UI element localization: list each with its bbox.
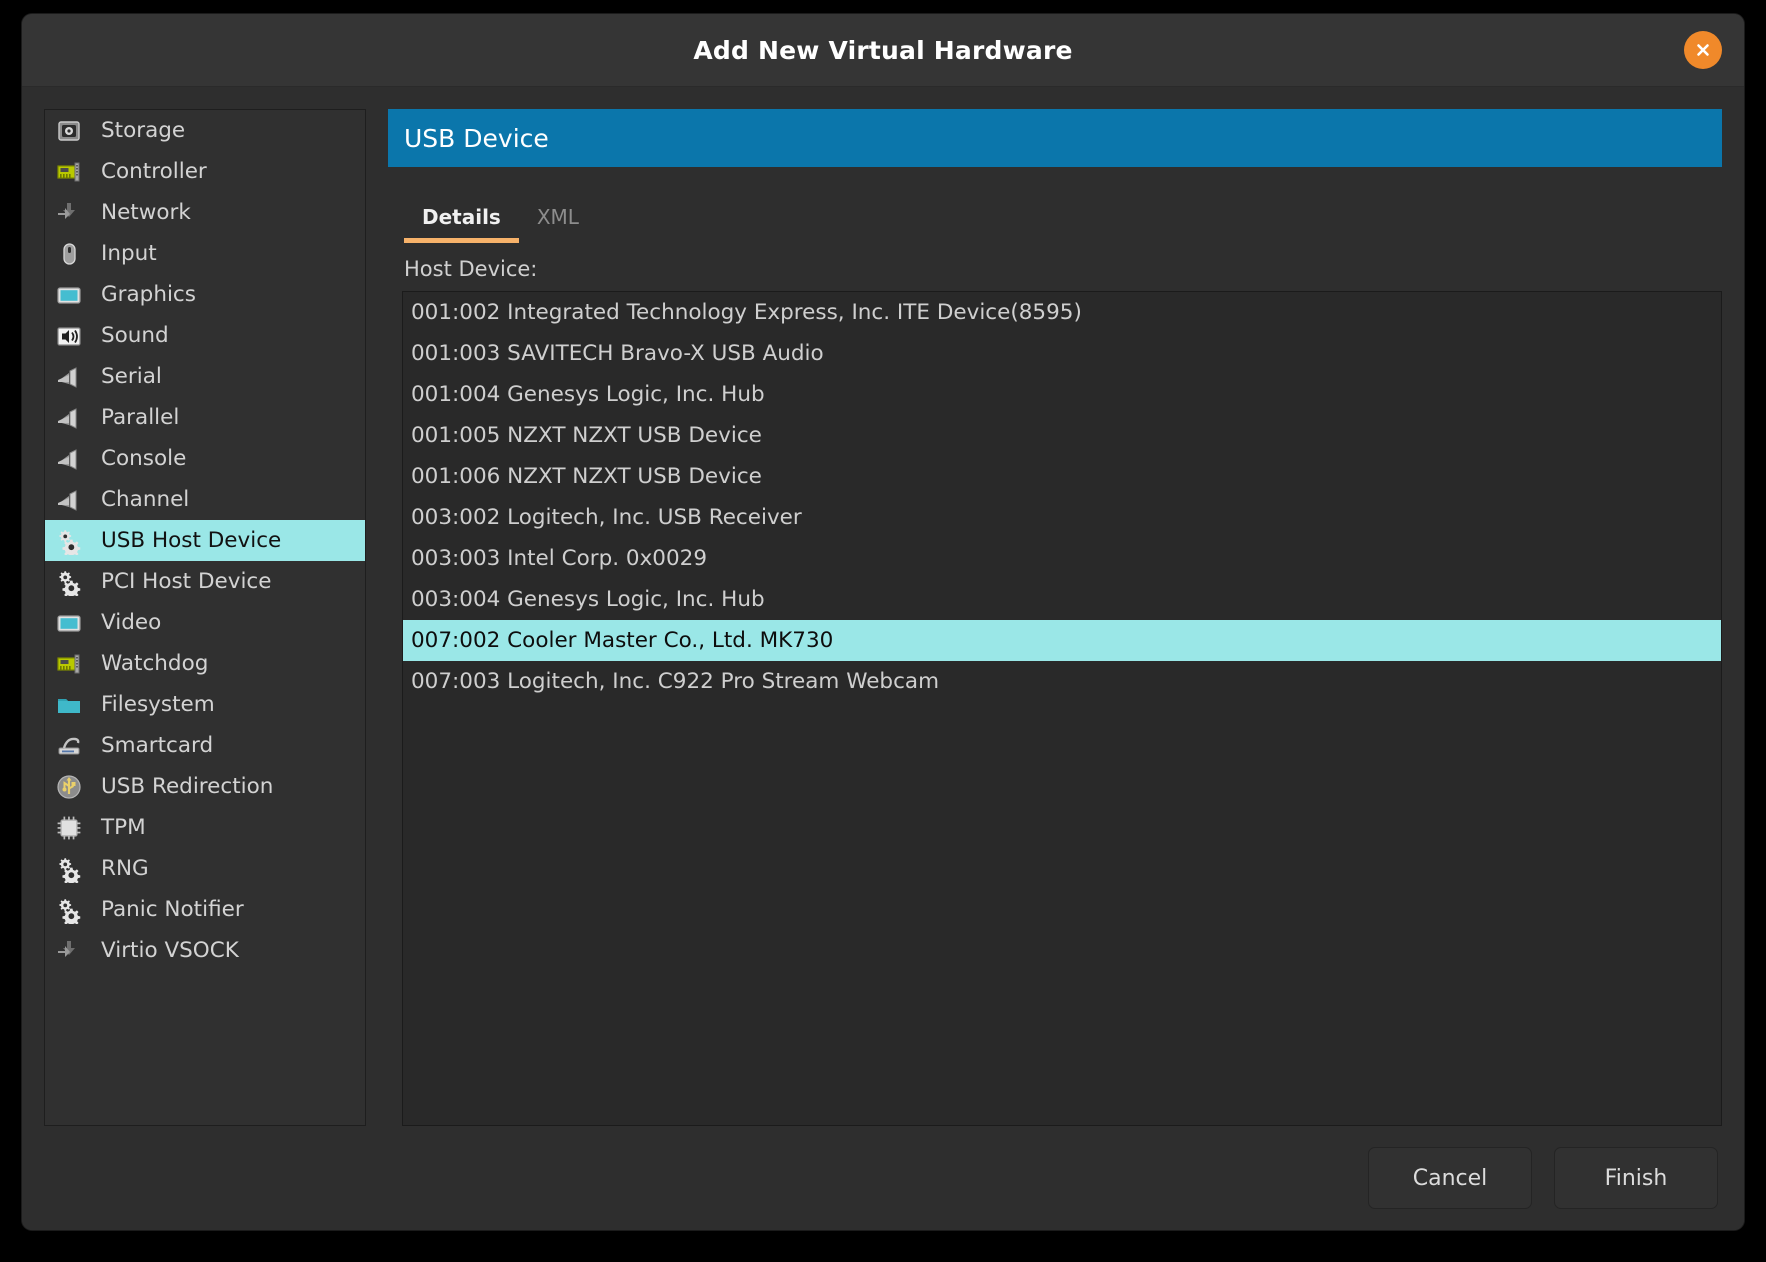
sidebar-item-smartcard[interactable]: Smartcard <box>45 725 365 766</box>
display-icon <box>55 609 83 637</box>
sidebar-item-label: Channel <box>101 487 190 512</box>
sidebar-item-sound[interactable]: Sound <box>45 315 365 356</box>
sidebar-item-controller[interactable]: Controller <box>45 151 365 192</box>
speaker-icon <box>55 322 83 350</box>
sidebar-item-filesystem[interactable]: Filesystem <box>45 684 365 725</box>
sidebar-item-input[interactable]: Input <box>45 233 365 274</box>
sidebar-item-label: Input <box>101 241 157 266</box>
serial-port-icon <box>55 445 83 473</box>
display-icon <box>55 281 83 309</box>
sidebar-item-label: Console <box>101 446 187 471</box>
sidebar-item-label: USB Host Device <box>101 528 282 553</box>
serial-port-icon <box>55 363 83 391</box>
gears-icon <box>55 855 83 883</box>
sidebar-item-label: PCI Host Device <box>101 569 272 594</box>
list-item[interactable]: 001:004 Genesys Logic, Inc. Hub <box>403 374 1721 415</box>
hardware-type-list[interactable]: Storage Controller Network Input Graphics Sou… <box>44 109 366 1126</box>
list-item[interactable]: 007:002 Cooler Master Co., Ltd. MK730 <box>403 620 1721 661</box>
list-item[interactable]: 001:005 NZXT NZXT USB Device <box>403 415 1721 456</box>
gears-icon <box>55 527 83 555</box>
sidebar-item-network[interactable]: Network <box>45 192 365 233</box>
storage-disk-icon <box>55 117 83 145</box>
list-item[interactable]: 003:003 Intel Corp. 0x0029 <box>403 538 1721 579</box>
screen: Add New Virtual Hardware Storage Controll… <box>0 0 1766 1262</box>
sidebar-item-label: Smartcard <box>101 733 214 758</box>
list-item[interactable]: 001:002 Integrated Technology Express, I… <box>403 292 1721 333</box>
sidebar-item-label: USB Redirection <box>101 774 274 799</box>
sidebar-item-label: Storage <box>101 118 186 143</box>
sidebar-item-label: Virtio VSOCK <box>101 938 239 963</box>
list-item[interactable]: 003:004 Genesys Logic, Inc. Hub <box>403 579 1721 620</box>
pane-header: USB Device <box>388 109 1722 167</box>
host-device-list[interactable]: 001:002 Integrated Technology Express, I… <box>402 291 1722 1126</box>
tab-details[interactable]: Details <box>404 205 519 243</box>
folder-icon <box>55 691 83 719</box>
add-hardware-dialog: Add New Virtual Hardware Storage Controll… <box>22 14 1744 1230</box>
cancel-button[interactable]: Cancel <box>1368 1147 1532 1209</box>
sidebar-item-parallel[interactable]: Parallel <box>45 397 365 438</box>
sidebar-item-label: Panic Notifier <box>101 897 244 922</box>
sidebar-item-label: RNG <box>101 856 149 881</box>
sidebar-item-video[interactable]: Video <box>45 602 365 643</box>
sidebar-item-panic-notifier[interactable]: Panic Notifier <box>45 889 365 930</box>
smartcard-icon <box>55 732 83 760</box>
list-item[interactable]: 003:002 Logitech, Inc. USB Receiver <box>403 497 1721 538</box>
sidebar-item-label: Graphics <box>101 282 196 307</box>
chip-icon <box>55 814 83 842</box>
sidebar-item-label: Parallel <box>101 405 180 430</box>
serial-port-icon <box>55 404 83 432</box>
usb-icon <box>55 773 83 801</box>
sidebar-item-watchdog[interactable]: Watchdog <box>45 643 365 684</box>
sidebar-item-storage[interactable]: Storage <box>45 110 365 151</box>
list-item[interactable]: 001:006 NZXT NZXT USB Device <box>403 456 1721 497</box>
sidebar-item-tpm[interactable]: TPM <box>45 807 365 848</box>
sidebar-item-label: TPM <box>101 815 146 840</box>
network-arrows-icon <box>55 937 83 965</box>
sidebar-item-label: Filesystem <box>101 692 215 717</box>
mouse-icon <box>55 240 83 268</box>
sidebar-item-pci-host-device[interactable]: PCI Host Device <box>45 561 365 602</box>
sidebar-item-graphics[interactable]: Graphics <box>45 274 365 315</box>
sidebar-item-label: Watchdog <box>101 651 209 676</box>
dialog-titlebar: Add New Virtual Hardware <box>22 14 1744 87</box>
page-title: USB Device <box>404 123 549 153</box>
sidebar-item-label: Network <box>101 200 191 225</box>
sidebar-item-serial[interactable]: Serial <box>45 356 365 397</box>
sidebar-item-virtio-vsock[interactable]: Virtio VSOCK <box>45 930 365 971</box>
sidebar-item-label: Sound <box>101 323 169 348</box>
dialog-footer: Cancel Finish <box>22 1126 1744 1230</box>
gears-icon <box>55 896 83 924</box>
device-detail-pane: USB Device Details XML Host Device: 001:0… <box>388 109 1722 1126</box>
sidebar-item-rng[interactable]: RNG <box>45 848 365 889</box>
host-device-label: Host Device: <box>404 257 538 281</box>
serial-port-icon <box>55 486 83 514</box>
list-item[interactable]: 007:003 Logitech, Inc. C922 Pro Stream W… <box>403 661 1721 702</box>
sidebar-item-usb-redirection[interactable]: USB Redirection <box>45 766 365 807</box>
expansion-card-icon <box>55 158 83 186</box>
network-arrows-icon <box>55 199 83 227</box>
sidebar-item-label: Controller <box>101 159 207 184</box>
sidebar-item-label: Serial <box>101 364 162 389</box>
sidebar-item-label: Video <box>101 610 162 635</box>
sidebar-item-channel[interactable]: Channel <box>45 479 365 520</box>
tab-bar[interactable]: Details XML <box>388 185 1722 243</box>
tab-xml[interactable]: XML <box>519 205 597 243</box>
close-icon[interactable] <box>1684 31 1722 69</box>
gears-icon <box>55 568 83 596</box>
sidebar-item-usb-host-device[interactable]: USB Host Device <box>45 520 365 561</box>
finish-button[interactable]: Finish <box>1554 1147 1718 1209</box>
dialog-content: Storage Controller Network Input Graphics Sou… <box>22 87 1744 1126</box>
list-item[interactable]: 001:003 SAVITECH Bravo-X USB Audio <box>403 333 1721 374</box>
dialog-title: Add New Virtual Hardware <box>693 35 1073 65</box>
dialog-body: Storage Controller Network Input Graphics Sou… <box>22 87 1744 1230</box>
sidebar-item-console[interactable]: Console <box>45 438 365 479</box>
expansion-card-icon <box>55 650 83 678</box>
